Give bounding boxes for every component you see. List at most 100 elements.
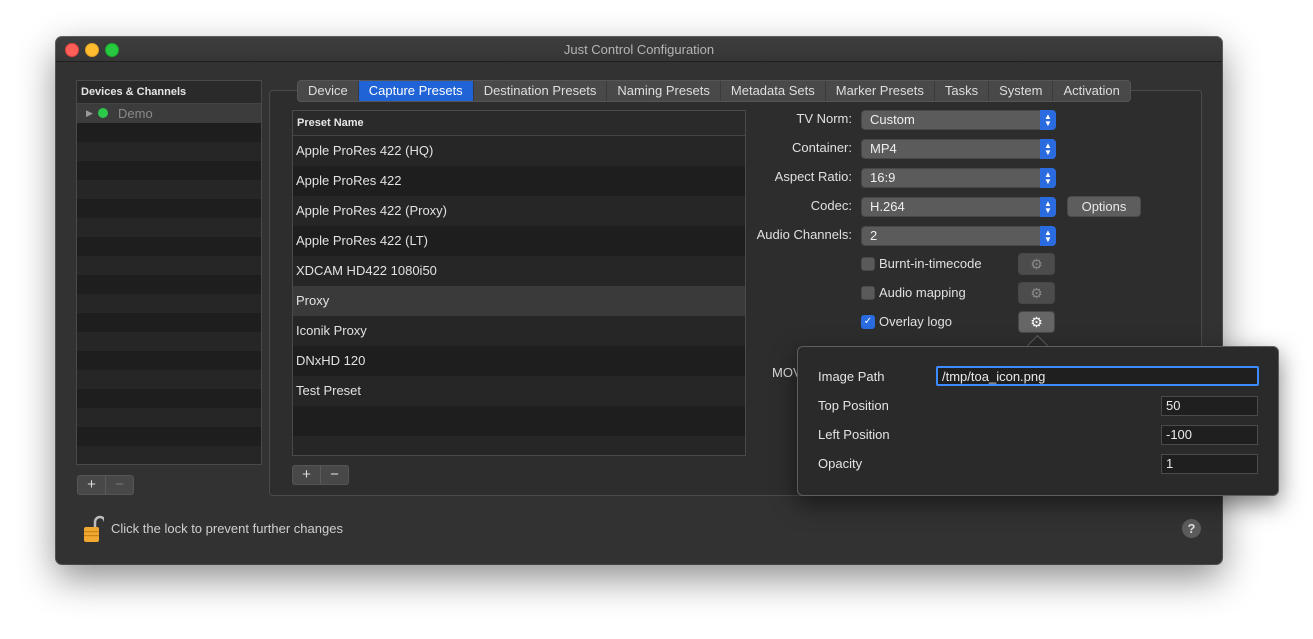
table-row[interactable]: XDCAM HD422 1080i50 (293, 256, 745, 286)
device-row-empty (77, 199, 261, 218)
aspect-ratio-value: 16:9 (870, 170, 896, 185)
burnt-in-timecode-settings-button[interactable]: ⚙ (1018, 253, 1055, 275)
burnt-in-timecode-checkbox[interactable] (861, 257, 875, 271)
tab-destination-presets[interactable]: Destination Presets (472, 81, 607, 101)
tab-device[interactable]: Device (298, 81, 358, 101)
device-row-empty (77, 389, 261, 408)
lock-icon[interactable] (82, 515, 104, 543)
codec-value: H.264 (870, 199, 905, 214)
gear-icon: ⚙ (1030, 256, 1043, 272)
table-row[interactable]: Apple ProRes 422 (Proxy) (293, 196, 745, 226)
add-preset-button[interactable]: + (293, 466, 320, 484)
window-title: Just Control Configuration (563, 42, 715, 57)
aspect-ratio-select[interactable]: 16:9 ▲ ▼ (861, 168, 1056, 188)
top-position-label: Top Position (818, 398, 889, 413)
table-row[interactable]: DNxHD 120 (293, 346, 745, 376)
device-row-empty (77, 351, 261, 370)
image-path-input[interactable] (936, 366, 1259, 386)
preset-table: Preset Name Apple ProRes 422 (HQ) Apple … (292, 110, 746, 456)
device-row-empty (77, 332, 261, 351)
device-row-demo[interactable]: ▶ Demo (77, 104, 261, 123)
status-dot-icon (98, 108, 108, 118)
disclosure-triangle-icon[interactable]: ▶ (86, 108, 93, 119)
tab-marker-presets[interactable]: Marker Presets (824, 81, 934, 101)
tab-capture-presets[interactable]: Capture Presets (357, 81, 473, 101)
audio-channels-select[interactable]: 2 ▲ ▼ (861, 226, 1056, 246)
checkmark-icon: ✓ (863, 316, 873, 327)
opacity-label: Opacity (818, 456, 863, 471)
devices-channels-list: Devices & Channels ▶ Demo (76, 80, 262, 465)
tv-norm-label: TV Norm: (796, 111, 852, 126)
tab-metadata-sets[interactable]: Metadata Sets (719, 81, 825, 101)
gear-icon: ⚙ (1030, 285, 1043, 301)
device-row-empty (77, 256, 261, 275)
popup-arrows-icon: ▲ ▼ (1040, 197, 1056, 217)
table-row[interactable]: Test Preset (293, 376, 745, 406)
audio-mapping-settings-button[interactable]: ⚙ (1018, 282, 1055, 304)
overlay-logo-settings-button[interactable]: ⚙ (1018, 311, 1055, 333)
container-value: MP4 (870, 141, 897, 156)
device-row-empty (77, 427, 261, 446)
table-row[interactable]: Apple ProRes 422 (293, 166, 745, 196)
remove-preset-button[interactable]: − (320, 466, 348, 484)
tv-norm-value: Custom (870, 112, 915, 127)
device-row-empty (77, 370, 261, 389)
aspect-ratio-label: Aspect Ratio: (774, 169, 852, 184)
help-button[interactable]: ? (1182, 519, 1201, 538)
add-device-button[interactable]: + (78, 476, 105, 494)
popup-arrows-icon: ▲ ▼ (1040, 139, 1056, 159)
tab-system[interactable]: System (988, 81, 1052, 101)
device-row-empty (77, 180, 261, 199)
tab-activation[interactable]: Activation (1052, 81, 1129, 101)
device-label: Demo (118, 106, 153, 121)
tv-norm-select[interactable]: Custom ▲ ▼ (861, 110, 1056, 130)
table-row-selected[interactable]: Proxy (293, 286, 745, 316)
device-row-empty (77, 313, 261, 332)
table-row[interactable]: Apple ProRes 422 (LT) (293, 226, 745, 256)
preset-add-remove-control: + − (292, 465, 349, 485)
device-row-empty (77, 294, 261, 313)
device-row-empty (77, 123, 261, 142)
device-row-empty (77, 446, 261, 464)
popup-arrows-icon: ▲ ▼ (1040, 110, 1056, 130)
image-path-label: Image Path (818, 369, 885, 384)
overlay-logo-checkbox[interactable]: ✓ (861, 315, 875, 329)
left-position-label: Left Position (818, 427, 890, 442)
device-row-empty (77, 237, 261, 256)
preset-name-column-header[interactable]: Preset Name (293, 111, 745, 136)
device-row-empty (77, 408, 261, 427)
audio-channels-label: Audio Channels: (756, 227, 852, 242)
burnt-in-timecode-label: Burnt-in-timecode (879, 256, 982, 271)
devices-header: Devices & Channels (77, 81, 261, 104)
codec-select[interactable]: H.264 ▲ ▼ (861, 197, 1056, 217)
remove-device-button[interactable]: − (105, 476, 133, 494)
device-row-empty (77, 161, 261, 180)
tab-tasks[interactable]: Tasks (933, 81, 988, 101)
audio-mapping-checkbox[interactable] (861, 286, 875, 300)
codec-options-button[interactable]: Options (1067, 196, 1141, 217)
container-label: Container: (792, 140, 852, 155)
overlay-logo-popover: Image Path Top Position Left Position Op… (797, 346, 1279, 496)
table-row[interactable]: Iconik Proxy (293, 316, 745, 346)
codec-label: Codec: (810, 198, 852, 213)
tab-naming-presets[interactable]: Naming Presets (606, 81, 719, 101)
container-select[interactable]: MP4 ▲ ▼ (861, 139, 1056, 159)
audio-channels-value: 2 (870, 228, 878, 243)
popup-arrows-icon: ▲ ▼ (1040, 226, 1056, 246)
lock-message: Click the lock to prevent further change… (111, 521, 343, 536)
table-row-empty (293, 436, 745, 455)
device-row-empty (77, 275, 261, 294)
tab-bar: Device Capture Presets Destination Prese… (297, 80, 1131, 102)
table-row-empty (293, 406, 745, 436)
gear-icon: ⚙ (1030, 314, 1043, 330)
audio-mapping-label: Audio mapping (879, 285, 966, 300)
table-row[interactable]: Apple ProRes 422 (HQ) (293, 136, 745, 166)
overlay-logo-label: Overlay logo (879, 314, 952, 329)
device-row-empty (77, 142, 261, 161)
device-row-empty (77, 218, 261, 237)
title-bar: Just Control Configuration (56, 37, 1222, 62)
left-position-input[interactable] (1161, 425, 1258, 445)
top-position-input[interactable] (1161, 396, 1258, 416)
opacity-input[interactable] (1161, 454, 1258, 474)
device-add-remove-control: + − (77, 475, 134, 495)
